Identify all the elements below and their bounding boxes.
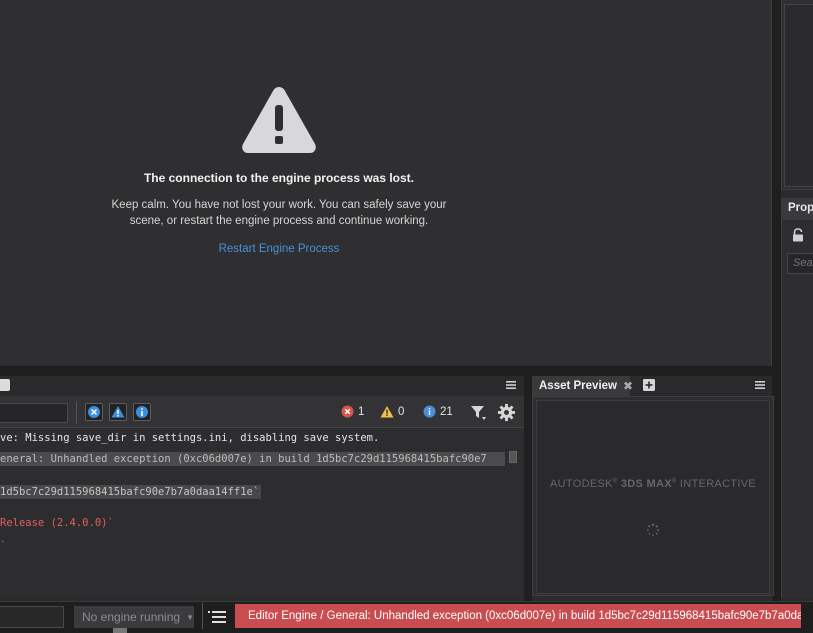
info-count[interactable]: 21 [423,405,453,418]
restart-engine-link[interactable]: Restart Engine Process [0,243,558,255]
warning-filter-button[interactable] [109,403,127,421]
funnel-icon[interactable] [470,404,487,421]
chevron-down-icon: ▼ [186,612,194,622]
log-line-selected[interactable]: 1d5bc7c29d115968415bafc90e7b7a0daa14ff1e… [0,485,262,499]
vertical-splitter-log[interactable] [524,376,532,601]
engine-selector[interactable]: No engine running ▼ [74,606,194,628]
warning-filter-icon [111,406,125,418]
error-icon [341,405,354,418]
asset-panel-menu-icon[interactable] [753,378,767,392]
error-count-value: 1 [358,405,365,418]
error-count[interactable]: 1 [341,405,364,418]
log-tab-close-icon[interactable] [0,379,10,391]
warning-triangle-icon [242,87,316,153]
warning-count[interactable]: 0 [380,405,404,418]
status-scroll-thumb[interactable] [113,628,127,633]
product-logo: AUTODESK® 3DS MAX® INTERACTIVE [536,478,770,490]
log-scrollbar-thumb[interactable] [509,451,517,463]
info-icon [423,405,436,418]
clear-circle-icon [88,406,100,418]
logo-prefix: AUTODESK [550,478,613,490]
plus-icon[interactable] [642,378,656,392]
error-banner[interactable]: Editor Engine / General: Unhandled excep… [235,604,801,628]
console-toggle-icon[interactable] [205,606,231,628]
tab-asset-preview[interactable]: Asset Preview ✖ [532,376,633,396]
log-line-error[interactable]: ` [0,540,6,552]
close-icon[interactable]: ✖ [623,379,633,393]
warning-icon [380,406,394,418]
log-panel-menu-icon[interactable] [504,378,518,392]
log-line-selected[interactable]: eneral: Unhandled exception (0xc06d007e)… [0,452,505,466]
info-filter-icon [136,406,148,418]
engine-status-label: No engine running [82,610,181,624]
warning-count-value: 0 [398,405,405,418]
right-top-panel-content [784,4,813,187]
connection-lost-message: Keep calm. You have not lost your work. … [111,199,447,227]
logo-bold: 3DS MAX [617,478,672,490]
log-line-error[interactable]: Release (2.4.0.0)` [0,517,114,529]
horizontal-splitter[interactable] [0,366,780,376]
asset-preview-canvas[interactable] [536,400,770,594]
lock-icon[interactable] [791,228,805,242]
connection-lost-title: The connection to the engine process was… [143,171,415,185]
info-count-value: 21 [440,405,453,418]
toolbar-divider [76,402,77,424]
command-input[interactable] [0,606,64,628]
clear-log-button[interactable] [85,403,103,421]
logo-tail: INTERACTIVE [676,478,756,490]
error-banner-text: Editor Engine / General: Unhandled excep… [248,610,801,622]
log-tab-header [0,376,524,396]
asset-preview-tab-label: Asset Preview [539,380,617,392]
vertical-splitter-top[interactable] [772,0,781,366]
log-search-input[interactable] [0,403,68,423]
status-divider [202,603,203,629]
properties-tab-label[interactable]: Prope [788,202,813,214]
info-filter-button[interactable] [133,403,151,421]
gear-icon[interactable] [497,403,516,422]
properties-search-input[interactable]: Sear [787,253,813,274]
loading-spinner-icon [646,523,660,536]
log-line[interactable]: ve: Missing save_dir in settings.ini, di… [0,432,379,444]
